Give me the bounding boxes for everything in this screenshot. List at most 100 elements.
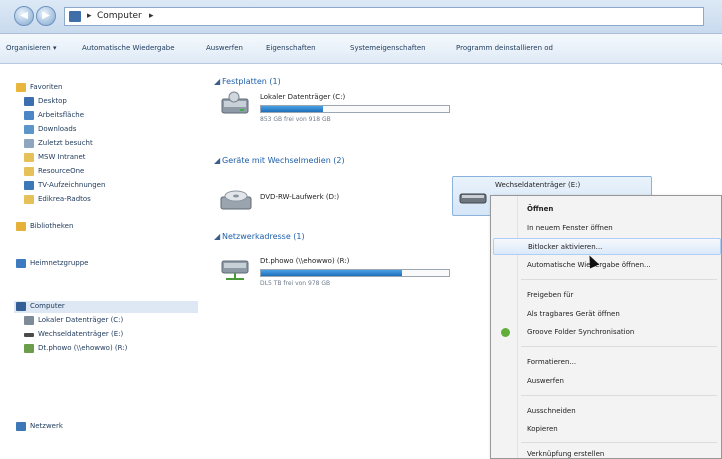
- drive-name: Wechseldatenträger (E:): [495, 181, 581, 189]
- group-header-hard-disks[interactable]: ◢ Festplatten (1): [214, 77, 281, 86]
- collapse-arrow-icon: ◢: [214, 232, 221, 241]
- desktop-icon: [24, 97, 34, 106]
- homegroup-icon: [16, 259, 26, 268]
- tv-icon: [24, 181, 34, 190]
- nav-computer[interactable]: Computer: [14, 301, 198, 313]
- menu-label: Als tragbares Gerät öffnen: [527, 310, 620, 318]
- menu-item-autoplay[interactable]: Automatische Wiedergabe öffnen...: [493, 257, 721, 274]
- group-title: Netzwerkadresse (1): [222, 232, 305, 241]
- collapse-arrow-icon: ◢: [214, 156, 221, 165]
- download-icon: [24, 125, 34, 134]
- folder-icon: [24, 153, 34, 162]
- drive-c-tile[interactable]: Lokaler Datenträger (C:) 853 GB frei von…: [220, 91, 460, 125]
- network-drive-icon: [24, 344, 34, 353]
- menu-label: Auswerfen: [527, 377, 564, 385]
- autoplay-button[interactable]: Automatische Wiedergabe: [82, 44, 175, 52]
- nav-label: Wechseldatenträger (E:): [38, 330, 124, 338]
- drive-name: Dt.phowo (\\ehowwo) (R:): [260, 257, 350, 265]
- menu-label: Bitlocker aktivieren...: [528, 243, 603, 251]
- group-title: Geräte mit Wechselmedien (2): [222, 156, 345, 165]
- library-icon: [16, 222, 26, 231]
- breadcrumb-separator: ▸: [87, 11, 92, 21]
- computer-icon: [69, 11, 81, 22]
- folder-icon: [24, 167, 34, 176]
- nav-label: Arbeitsfläche: [38, 111, 85, 119]
- usb-drive-icon: [24, 333, 34, 337]
- drive-r-tile[interactable]: Dt.phowo (\\ehowwo) (R:) DL5 TB frei von…: [220, 255, 460, 289]
- properties-button[interactable]: Eigenschaften: [266, 44, 316, 52]
- menu-item-share-with[interactable]: Freigeben für: [493, 287, 721, 304]
- drive-free-space: DL5 TB frei von 978 GB: [260, 280, 331, 287]
- group-header-removable[interactable]: ◢ Geräte mit Wechselmedien (2): [214, 156, 345, 165]
- menu-item-format[interactable]: Formatieren...: [493, 354, 721, 371]
- nav-label: Netzwerk: [30, 422, 63, 430]
- folder-icon: [24, 111, 34, 120]
- menu-item-groove-sync[interactable]: Groove Folder Synchronisation: [493, 324, 721, 341]
- nav-label: MSW Intranet: [38, 153, 86, 161]
- usb-drive-icon: [459, 193, 487, 204]
- address-bar: ◀ ▶ ▸ Computer ▸: [0, 0, 722, 34]
- usage-fill: [261, 270, 402, 276]
- drive-name: DVD-RW-Laufwerk (D:): [260, 193, 340, 201]
- collapse-arrow-icon: ◢: [214, 77, 221, 86]
- menu-item-open-new-window[interactable]: In neuem Fenster öffnen: [493, 220, 721, 237]
- star-icon: [16, 83, 26, 92]
- context-menu: Öffnen In neuem Fenster öffnen Bitlocker…: [490, 195, 722, 459]
- menu-separator: [521, 395, 717, 396]
- breadcrumb-computer[interactable]: Computer: [97, 11, 142, 21]
- menu-label: Verknüpfung erstellen: [527, 450, 605, 458]
- nav-label: Zuletzt besucht: [38, 139, 93, 147]
- menu-item-open-as-portable[interactable]: Als tragbares Gerät öffnen: [493, 306, 721, 323]
- menu-item-copy[interactable]: Kopieren: [493, 421, 721, 438]
- address-field[interactable]: ▸ Computer ▸: [64, 7, 704, 26]
- network-drive-icon: [221, 260, 249, 280]
- usage-fill: [261, 106, 324, 112]
- group-title: Festplatten (1): [222, 77, 281, 86]
- explorer-window: ◀ ▶ ▸ Computer ▸ Organisieren ▾ Automati…: [0, 0, 722, 459]
- network-icon: [16, 422, 26, 431]
- drive-d-tile[interactable]: DVD-RW-Laufwerk (D:): [220, 187, 420, 217]
- menu-label: Freigeben für: [527, 291, 574, 299]
- navigation-pane: Favoriten Desktop Arbeitsfläche Download…: [0, 65, 206, 459]
- drive-usage-bar: [260, 105, 450, 113]
- nav-label: Edikrea-Radtos: [38, 195, 91, 203]
- nav-label: Computer: [30, 302, 65, 310]
- nav-label: TV-Aufzeichnungen: [38, 181, 106, 189]
- system-properties-button[interactable]: Systemeigenschaften: [350, 44, 426, 52]
- recent-icon: [24, 139, 34, 148]
- back-button[interactable]: ◀: [14, 6, 34, 26]
- eject-button[interactable]: Auswerfen: [206, 44, 243, 52]
- menu-separator: [521, 442, 717, 443]
- breadcrumb-separator[interactable]: ▸: [149, 11, 154, 21]
- nav-label: Bibliotheken: [30, 222, 74, 230]
- drive-name: Lokaler Datenträger (C:): [260, 93, 346, 101]
- menu-item-bitlocker[interactable]: Bitlocker aktivieren...: [493, 238, 721, 255]
- computer-icon: [16, 302, 26, 311]
- navigation-buttons: ◀ ▶: [14, 4, 62, 28]
- dvd-drive-icon: [220, 190, 252, 210]
- drive-usage-bar: [260, 269, 450, 277]
- folder-icon: [24, 195, 34, 204]
- drive-free-space: 853 GB frei von 918 GB: [260, 116, 331, 123]
- menu-label: Formatieren...: [527, 358, 577, 366]
- group-header-network-location[interactable]: ◢ Netzwerkadresse (1): [214, 232, 305, 241]
- menu-separator: [521, 279, 717, 280]
- uninstall-program-button[interactable]: Programm deinstallieren od: [456, 44, 553, 52]
- menu-label: Groove Folder Synchronisation: [527, 328, 635, 336]
- menu-label: Ausschneiden: [527, 407, 576, 415]
- nav-label: Favoriten: [30, 83, 63, 91]
- hard-drive-icon: [221, 91, 249, 114]
- menu-item-eject[interactable]: Auswerfen: [493, 373, 721, 390]
- menu-label: Kopieren: [527, 425, 558, 433]
- forward-button[interactable]: ▶: [36, 6, 56, 26]
- menu-item-create-shortcut[interactable]: Verknüpfung erstellen: [493, 446, 721, 459]
- menu-item-open[interactable]: Öffnen: [493, 201, 721, 218]
- nav-label: Lokaler Datenträger (C:): [38, 316, 124, 324]
- menu-label: Öffnen: [527, 205, 554, 213]
- organize-button[interactable]: Organisieren ▾: [6, 44, 56, 52]
- menu-label: In neuem Fenster öffnen: [527, 224, 613, 232]
- nav-label: ResourceOne: [38, 167, 85, 175]
- menu-separator: [521, 346, 717, 347]
- groove-icon: [501, 328, 510, 337]
- menu-item-cut[interactable]: Ausschneiden: [493, 403, 721, 420]
